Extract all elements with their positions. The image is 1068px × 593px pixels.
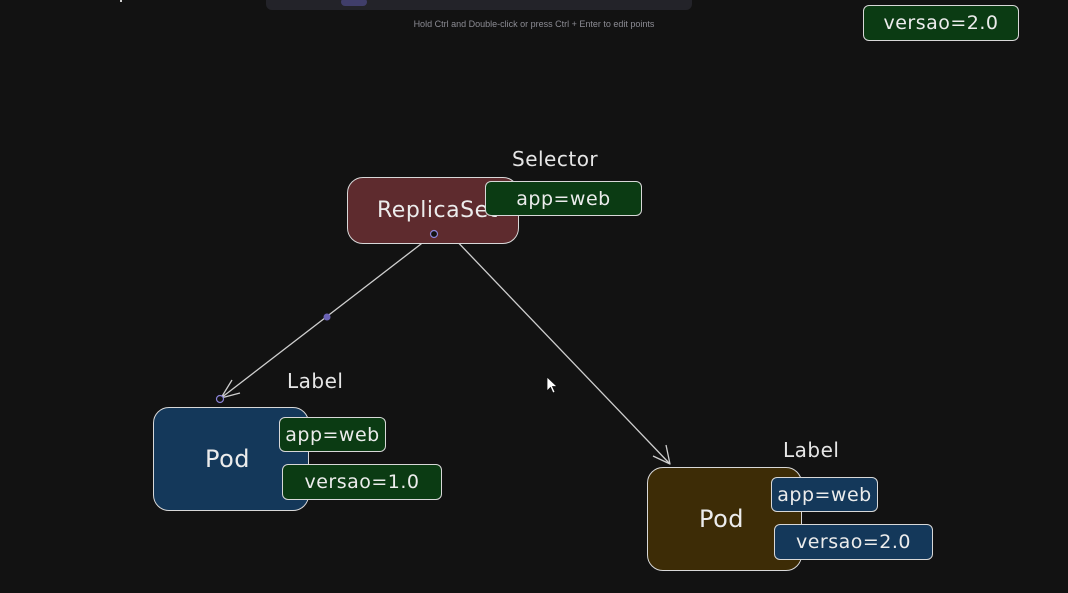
- arrow-start-point[interactable]: [429, 229, 439, 239]
- whiteboard-canvas[interactable]: Hold Ctrl and Double-click or press Ctrl…: [0, 0, 1068, 593]
- arrow-mid-point[interactable]: [323, 313, 331, 321]
- arrow-end-point[interactable]: [215, 394, 225, 404]
- mouse-cursor-icon: [546, 376, 559, 394]
- selection-points-layer: [215, 229, 559, 404]
